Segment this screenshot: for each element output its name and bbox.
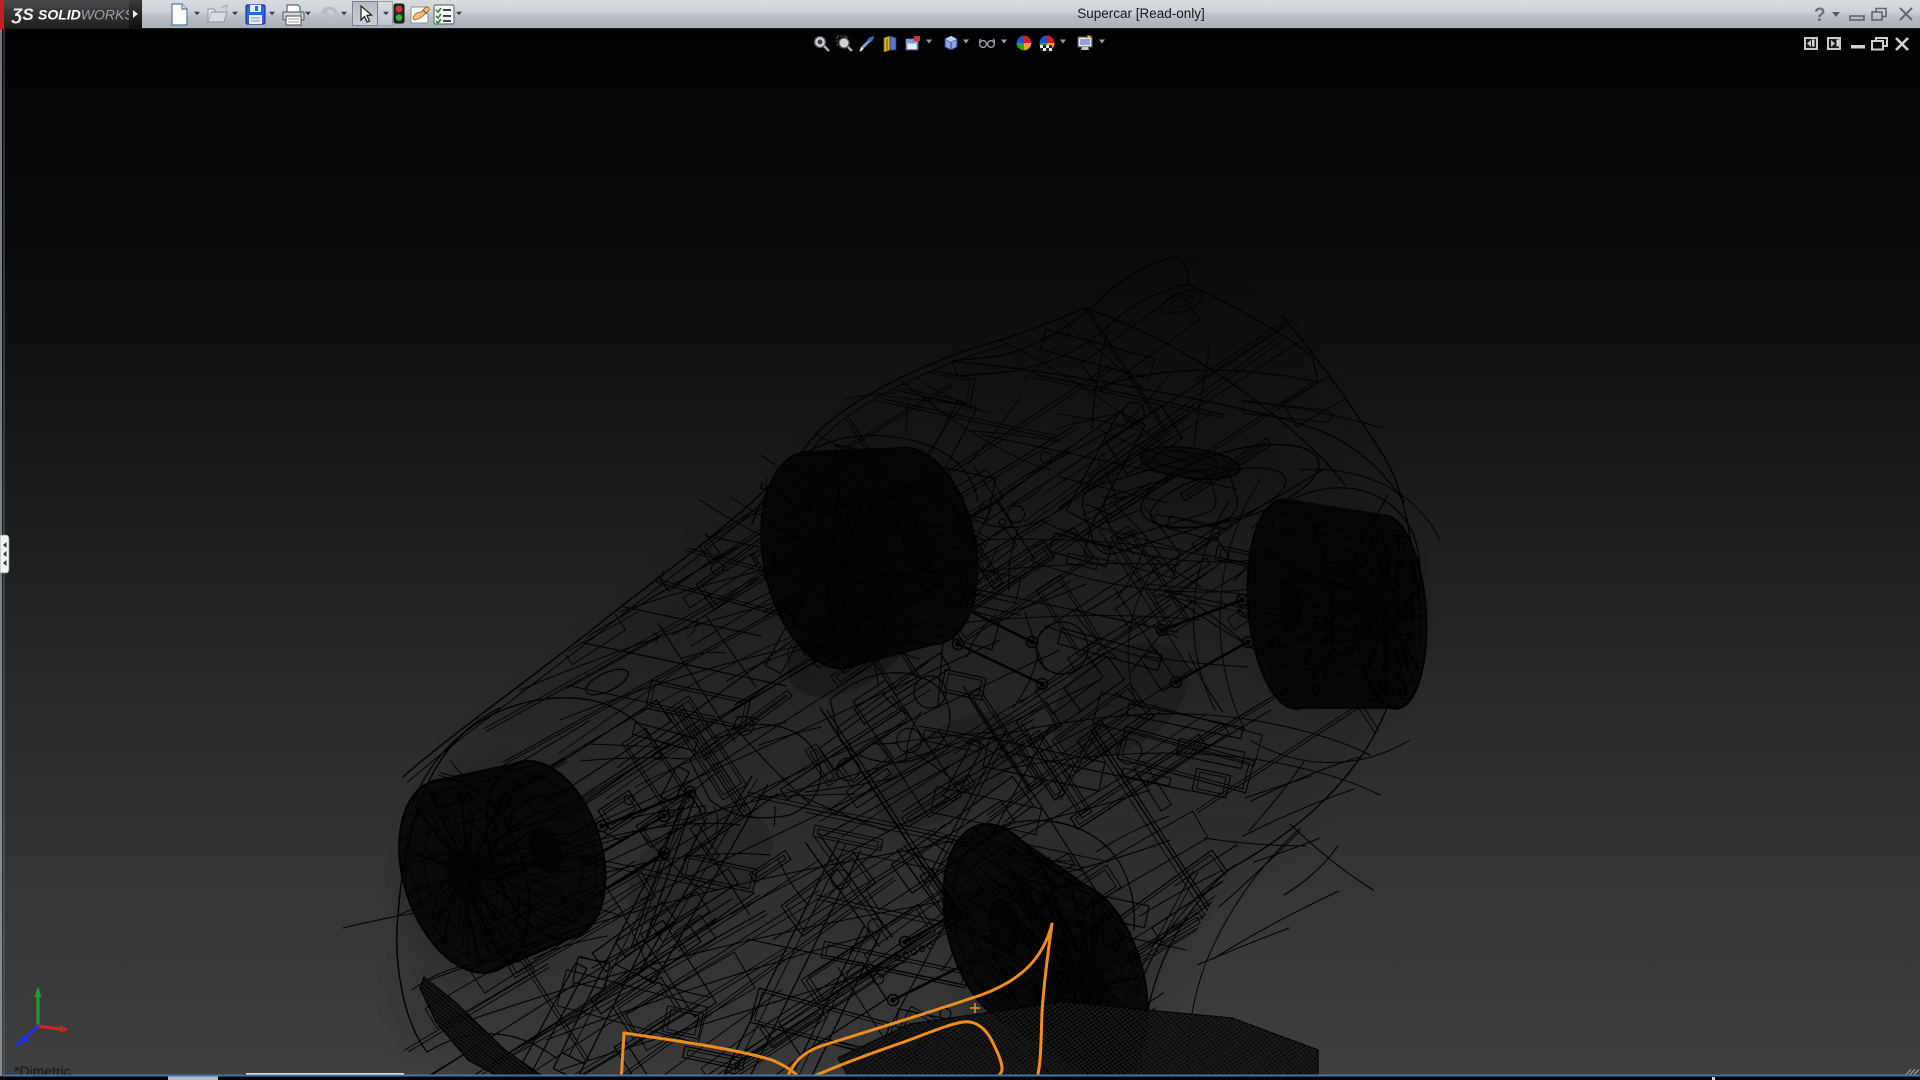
svg-text:?: ? (1814, 5, 1826, 26)
svg-text:x: x (66, 1028, 72, 1038)
svg-text:y: y (29, 985, 35, 995)
svg-text:z: z (14, 1039, 21, 1051)
svg-text:SOLIDWORKS: SOLIDWORKS (38, 7, 129, 23)
svg-text:ƷS: ƷS (11, 5, 34, 24)
